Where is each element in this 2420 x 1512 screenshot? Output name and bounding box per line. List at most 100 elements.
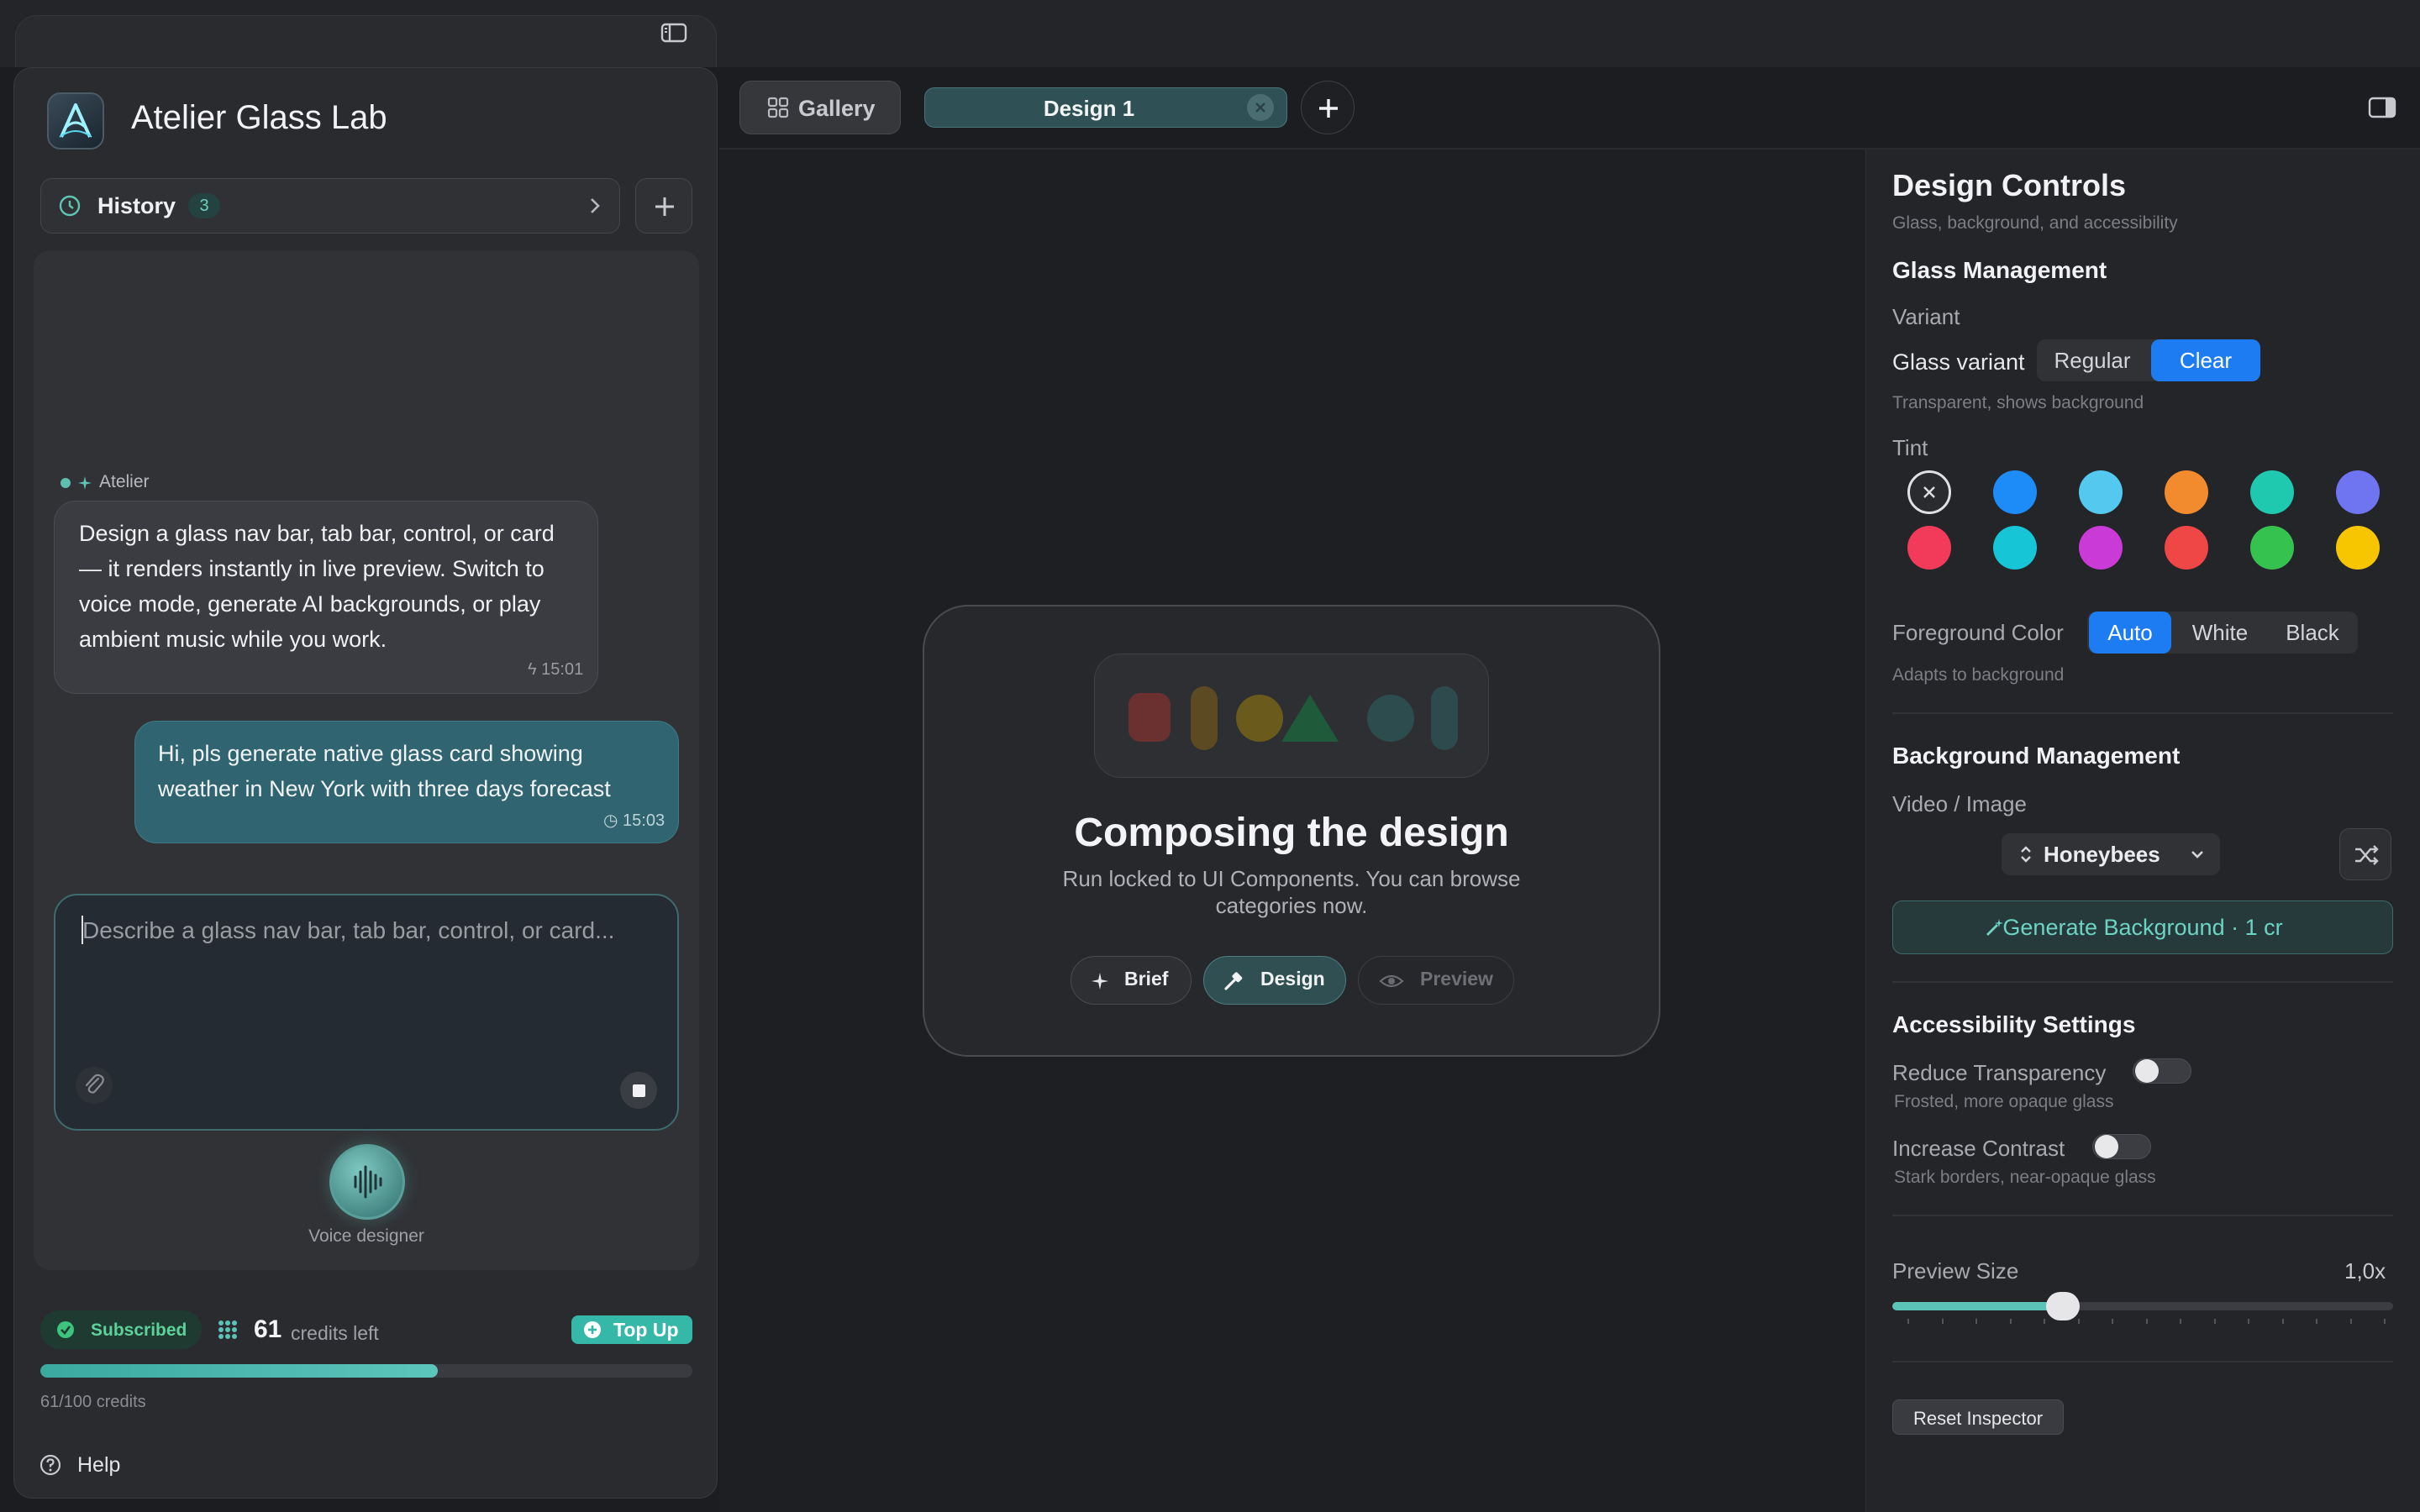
slider-tick <box>1975 1319 1977 1324</box>
waveform-icon <box>354 1165 382 1199</box>
step-design-label: Design <box>1260 968 1325 990</box>
step-preview-label: Preview <box>1420 968 1493 990</box>
chevron-right-icon <box>591 198 600 213</box>
tint-swatch[interactable] <box>1993 526 2037 570</box>
composer-input[interactable] <box>82 914 654 948</box>
slider-tick <box>2349 1319 2352 1324</box>
tint-swatch[interactable] <box>2079 526 2123 570</box>
sidebar-toggle-icon[interactable] <box>660 22 687 44</box>
increase-contrast-toggle[interactable] <box>2092 1134 2151 1159</box>
slider-tick <box>2112 1319 2113 1324</box>
tint-swatch[interactable] <box>2165 470 2208 514</box>
attach-button[interactable] <box>76 1067 113 1104</box>
app-title: Atelier Glass Lab <box>131 99 387 136</box>
tint-swatch[interactable] <box>2165 526 2208 570</box>
increase-contrast-hint: Stark borders, near-opaque glass <box>1894 1168 2156 1187</box>
section-divider <box>1892 1361 2393 1362</box>
slider-tick <box>2044 1319 2045 1324</box>
shuffle-background-button[interactable] <box>2339 828 2391 880</box>
add-tab-button[interactable] <box>1301 81 1355 134</box>
loading-shapes-icon <box>1128 686 1458 750</box>
slider-tick <box>2213 1319 2216 1324</box>
chevron-down-icon <box>2191 851 2203 858</box>
sparkle-icon <box>1092 973 1108 990</box>
glass-management-heading: Glass Management <box>1892 257 2107 283</box>
slider-tick <box>2180 1319 2181 1324</box>
voice-designer-button[interactable] <box>329 1144 405 1220</box>
tint-swatch[interactable] <box>1907 526 1951 570</box>
toggle-knob <box>2135 1059 2159 1083</box>
subscription-status: Subscribed <box>91 1320 187 1340</box>
foreground-black[interactable]: Black <box>2269 612 2356 654</box>
text-caret <box>82 916 83 944</box>
history-label: History <box>97 193 176 218</box>
help-link[interactable]: Help <box>77 1453 120 1478</box>
preview-size-label: Preview Size <box>1892 1258 2019 1284</box>
credits-grid-icon <box>218 1320 237 1339</box>
slider-tick <box>2009 1319 2012 1324</box>
section-divider <box>1892 981 2393 983</box>
grid-icon <box>767 97 789 118</box>
assistant-message-time: ϟ 15:01 <box>528 660 584 679</box>
help-icon[interactable] <box>39 1453 62 1477</box>
tint-heading: Tint <box>1892 435 1928 460</box>
glass-variant-clear[interactable]: Clear <box>2151 339 2260 381</box>
reduce-transparency-label: Reduce Transparency <box>1892 1060 2107 1085</box>
eye-icon <box>1379 974 1404 988</box>
close-tab-button[interactable] <box>1247 94 1274 121</box>
close-icon <box>1923 486 1935 498</box>
up-down-chevron-icon <box>2021 846 2031 863</box>
new-chat-button[interactable] <box>635 178 692 234</box>
foreground-white[interactable]: White <box>2175 612 2265 654</box>
shapes-tray <box>1094 654 1489 778</box>
slider-tick <box>2145 1319 2148 1324</box>
paperclip-icon <box>85 1074 104 1094</box>
increase-contrast-label: Increase Contrast <box>1892 1136 2065 1161</box>
history-clock-icon <box>59 195 81 217</box>
preview-size-thumb[interactable] <box>2045 1292 2080 1320</box>
background-management-heading: Background Management <box>1892 743 2181 769</box>
top-up-label: Top Up <box>613 1319 679 1341</box>
composing-subtitle: Run locked to UI Components. You can bro… <box>1062 866 1521 918</box>
stop-icon <box>633 1084 645 1097</box>
reduce-transparency-hint: Frosted, more opaque glass <box>1894 1092 2114 1111</box>
logo-a-icon <box>59 103 92 138</box>
tint-none-swatch[interactable] <box>1907 470 1951 514</box>
step-brief-label: Brief <box>1124 968 1169 990</box>
credits-progress-bar <box>40 1364 692 1378</box>
tint-swatch[interactable] <box>2250 470 2294 514</box>
credits-left-label: credits left <box>291 1322 379 1344</box>
slider-tick <box>1907 1319 1909 1324</box>
variant-hint: Transparent, shows background <box>1892 393 2144 412</box>
credits-detail: 61/100 credits <box>40 1393 146 1411</box>
tint-swatch[interactable] <box>2250 526 2294 570</box>
tint-swatch[interactable] <box>2336 470 2380 514</box>
voice-designer-label: Voice designer <box>308 1226 424 1246</box>
toggle-knob <box>2095 1135 2118 1158</box>
user-time-value: 15:03 <box>623 811 666 830</box>
tint-swatch[interactable] <box>2079 470 2123 514</box>
slider-tick <box>2281 1319 2284 1324</box>
sparkle-icon <box>78 476 92 490</box>
tint-swatch[interactable] <box>1993 470 2037 514</box>
tint-swatch[interactable] <box>2336 526 2380 570</box>
composing-title: Composing the design <box>1074 811 1509 855</box>
close-icon <box>1255 102 1265 113</box>
inspector-toggle-icon[interactable] <box>2368 96 2396 119</box>
glass-variant-regular[interactable]: Regular <box>2037 339 2148 381</box>
background-select-value: Honeybees <box>2044 842 2160 867</box>
sidebar-header <box>15 15 717 67</box>
preview-size-value: 1,0x <box>2344 1258 2386 1284</box>
foreground-auto[interactable]: Auto <box>2089 612 2171 654</box>
assistant-message-text: Design a glass nav bar, tab bar, control… <box>79 521 555 652</box>
section-divider <box>1892 712 2393 714</box>
shuffle-icon <box>2355 845 2379 865</box>
reduce-transparency-toggle[interactable] <box>2133 1058 2191 1084</box>
tab-design-1-label: Design 1 <box>1043 96 1135 121</box>
slider-tick <box>2384 1319 2386 1324</box>
section-divider <box>1892 1215 2393 1216</box>
slider-tick <box>2316 1319 2317 1324</box>
glass-variant-label: Glass variant <box>1892 349 2025 375</box>
preview-size-fill <box>1892 1302 2063 1310</box>
credits-progress-fill <box>40 1364 439 1378</box>
